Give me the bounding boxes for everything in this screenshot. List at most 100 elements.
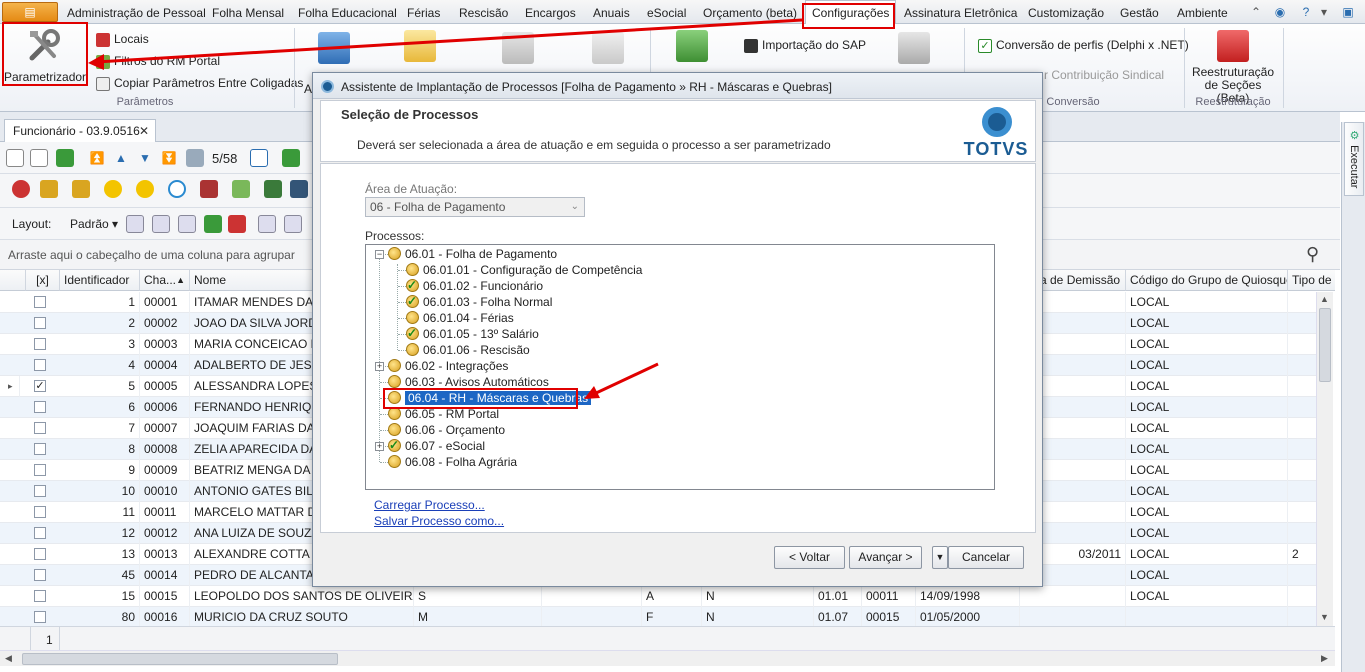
scroll-left-icon[interactable]: ◀ xyxy=(5,653,12,664)
application-menu-button[interactable]: ▤ xyxy=(2,2,58,22)
menu-assinatura-eletronica[interactable]: Assinatura Eletrônica xyxy=(904,0,1017,24)
column-header-chapa[interactable]: Cha... ▲ xyxy=(140,270,190,291)
scroll-right-icon[interactable]: ▶ xyxy=(1321,653,1328,664)
tree-node[interactable]: 06.01.02 - Funcionário xyxy=(406,277,543,294)
sun-icon[interactable] xyxy=(104,180,122,198)
window-icon[interactable]: ▣ xyxy=(1340,4,1356,20)
expand-icon[interactable]: + xyxy=(375,442,384,451)
list-icon[interactable] xyxy=(898,32,930,64)
column-header-identificador[interactable]: Identificador xyxy=(60,270,140,291)
menu-rescisao[interactable]: Rescisão xyxy=(459,0,508,24)
row-checkbox[interactable] xyxy=(34,527,46,539)
download-icon[interactable] xyxy=(676,30,708,62)
importacao-sap-button[interactable]: Importação do SAP xyxy=(744,36,866,54)
row-checkbox[interactable] xyxy=(34,611,46,623)
refresh-icon[interactable] xyxy=(56,149,74,167)
layout-preset-dropdown[interactable]: Padrão ▾ xyxy=(70,217,118,231)
contribuicao-sindical-button[interactable]: r Contribuição Sindical xyxy=(1044,66,1164,84)
process-arrow-icon[interactable] xyxy=(282,149,300,167)
layout-export-icon[interactable] xyxy=(204,215,222,233)
next-record-icon[interactable]: ▼ xyxy=(136,151,154,169)
row-checkbox[interactable] xyxy=(34,485,46,497)
tree-node[interactable]: 06.01.05 - 13º Salário xyxy=(406,325,539,342)
horizontal-scrollbar-thumb[interactable] xyxy=(22,653,338,665)
area-atuacao-select[interactable]: 06 - Folha de Pagamento ⌄ xyxy=(365,197,585,217)
coins-icon[interactable] xyxy=(40,180,58,198)
search-icon[interactable]: ⚲ xyxy=(1306,244,1319,265)
next-button[interactable]: Avançar > xyxy=(849,546,922,569)
menu-folha-mensal[interactable]: Folha Mensal xyxy=(212,0,284,24)
filtros-rm-portal-button[interactable]: Filtros do RM Portal xyxy=(96,52,220,70)
layout-save-icon[interactable] xyxy=(178,215,196,233)
row-checkbox[interactable] xyxy=(34,296,46,308)
tree-node[interactable]: 06.02 - Integrações xyxy=(388,358,508,374)
tree-node[interactable]: 06.07 - eSocial xyxy=(388,437,485,454)
layout-columns-icon[interactable] xyxy=(152,215,170,233)
layout-filter-icon[interactable] xyxy=(258,215,276,233)
menu-administracao-pessoal[interactable]: Administração de Pessoal xyxy=(67,0,206,24)
table-row[interactable]: 1500015LEOPOLDO DOS SANTOS DE OLIVEIRA N… xyxy=(0,586,1320,607)
tree-node[interactable]: 06.08 - Folha Agrária xyxy=(388,454,517,470)
row-checkbox[interactable]: ✓ xyxy=(34,380,46,392)
row-checkbox[interactable] xyxy=(34,506,46,518)
checklist-icon[interactable] xyxy=(404,30,436,62)
menu-ferias[interactable]: Férias xyxy=(407,0,440,24)
column-header-codigo-quiosque[interactable]: Código do Grupo de Quiosque xyxy=(1126,270,1288,291)
menu-anuais[interactable]: Anuais xyxy=(593,0,630,24)
locais-button[interactable]: Locais xyxy=(96,30,149,48)
row-checkbox[interactable] xyxy=(34,464,46,476)
load-process-link[interactable]: Carregar Processo... xyxy=(374,498,485,512)
clock-icon[interactable] xyxy=(168,180,186,198)
row-checkbox[interactable] xyxy=(34,401,46,413)
save-process-link[interactable]: Salvar Processo como... xyxy=(374,514,504,528)
previous-record-icon[interactable]: ▲ xyxy=(112,151,130,169)
layout-grid-icon[interactable] xyxy=(126,215,144,233)
envelope-icon[interactable] xyxy=(502,32,534,64)
menu-customizacao[interactable]: Customização xyxy=(1028,0,1104,24)
vertical-scrollbar[interactable]: ▲ ▼ xyxy=(1316,292,1333,626)
new-record-icon[interactable] xyxy=(6,149,24,167)
tree-node[interactable]: 06.06 - Orçamento xyxy=(388,422,505,438)
user-delete-icon[interactable] xyxy=(200,180,218,198)
tree-node[interactable]: 06.01.04 - Férias xyxy=(406,310,514,326)
menu-folha-educacional[interactable]: Folha Educacional xyxy=(298,0,397,24)
menu-encargos[interactable]: Encargos xyxy=(525,0,576,24)
menu-orcamento-beta[interactable]: Orçamento (beta) xyxy=(703,0,797,24)
reestruturacao-secoes-button[interactable]: Reestruturação de Seções (Beta) xyxy=(1188,28,1278,105)
dialog-titlebar[interactable]: Assistente de Implantação de Processos [… xyxy=(313,73,1042,99)
collapse-icon[interactable]: − xyxy=(375,250,384,259)
column-header-tipo[interactable]: Tipo de D xyxy=(1288,270,1335,291)
email-icon[interactable] xyxy=(318,32,350,64)
executar-tab[interactable]: ⚙ Executar xyxy=(1344,122,1364,196)
cancel-button[interactable]: Cancelar xyxy=(948,546,1024,569)
edit-record-icon[interactable] xyxy=(30,149,48,167)
cash-icon[interactable] xyxy=(264,180,282,198)
user-icon[interactable] xyxy=(12,180,30,198)
table-row[interactable]: 80 00016 MURICIO DA CRUZ SOUTO M F N 01.07 0001… xyxy=(0,607,1320,626)
coins-add-icon[interactable] xyxy=(72,180,90,198)
globe-icon[interactable]: ◉ xyxy=(1272,4,1288,20)
row-checkbox[interactable] xyxy=(34,590,46,602)
book-icon[interactable] xyxy=(290,180,308,198)
calendar-icon[interactable] xyxy=(250,149,268,167)
options-dropdown-button[interactable]: ▼ xyxy=(932,546,948,569)
row-checkbox[interactable] xyxy=(34,569,46,581)
processes-tree[interactable]: − 06.01 - Folha de Pagamento 06.01.01 - Co… xyxy=(365,244,995,490)
money-check-icon[interactable] xyxy=(232,180,250,198)
first-record-icon[interactable]: ⏫ xyxy=(88,151,106,169)
collapse-ribbon-icon[interactable]: ⌃ xyxy=(1248,4,1264,20)
tab-funcionario[interactable]: Funcionário - 03.9.0516 ✕ xyxy=(4,119,156,142)
close-icon[interactable]: ✕ xyxy=(139,120,149,142)
column-header-select[interactable]: [x] xyxy=(26,270,60,291)
row-checkbox[interactable] xyxy=(34,317,46,329)
row-checkbox[interactable] xyxy=(34,338,46,350)
expand-icon[interactable]: + xyxy=(375,362,384,371)
tree-node[interactable]: 06.01.01 - Configuração de Competência xyxy=(406,262,642,278)
row-checkbox[interactable] xyxy=(34,359,46,371)
menu-ambiente[interactable]: Ambiente xyxy=(1177,0,1228,24)
tree-node[interactable]: 06.01.03 - Folha Normal xyxy=(406,293,552,310)
conversao-perfis-button[interactable]: ✓ Conversão de perfis (Delphi x .NET) xyxy=(978,36,1189,54)
menu-gestao[interactable]: Gestão xyxy=(1120,0,1159,24)
layout-sum-icon[interactable] xyxy=(284,215,302,233)
last-record-icon[interactable]: ⏬ xyxy=(160,151,178,169)
